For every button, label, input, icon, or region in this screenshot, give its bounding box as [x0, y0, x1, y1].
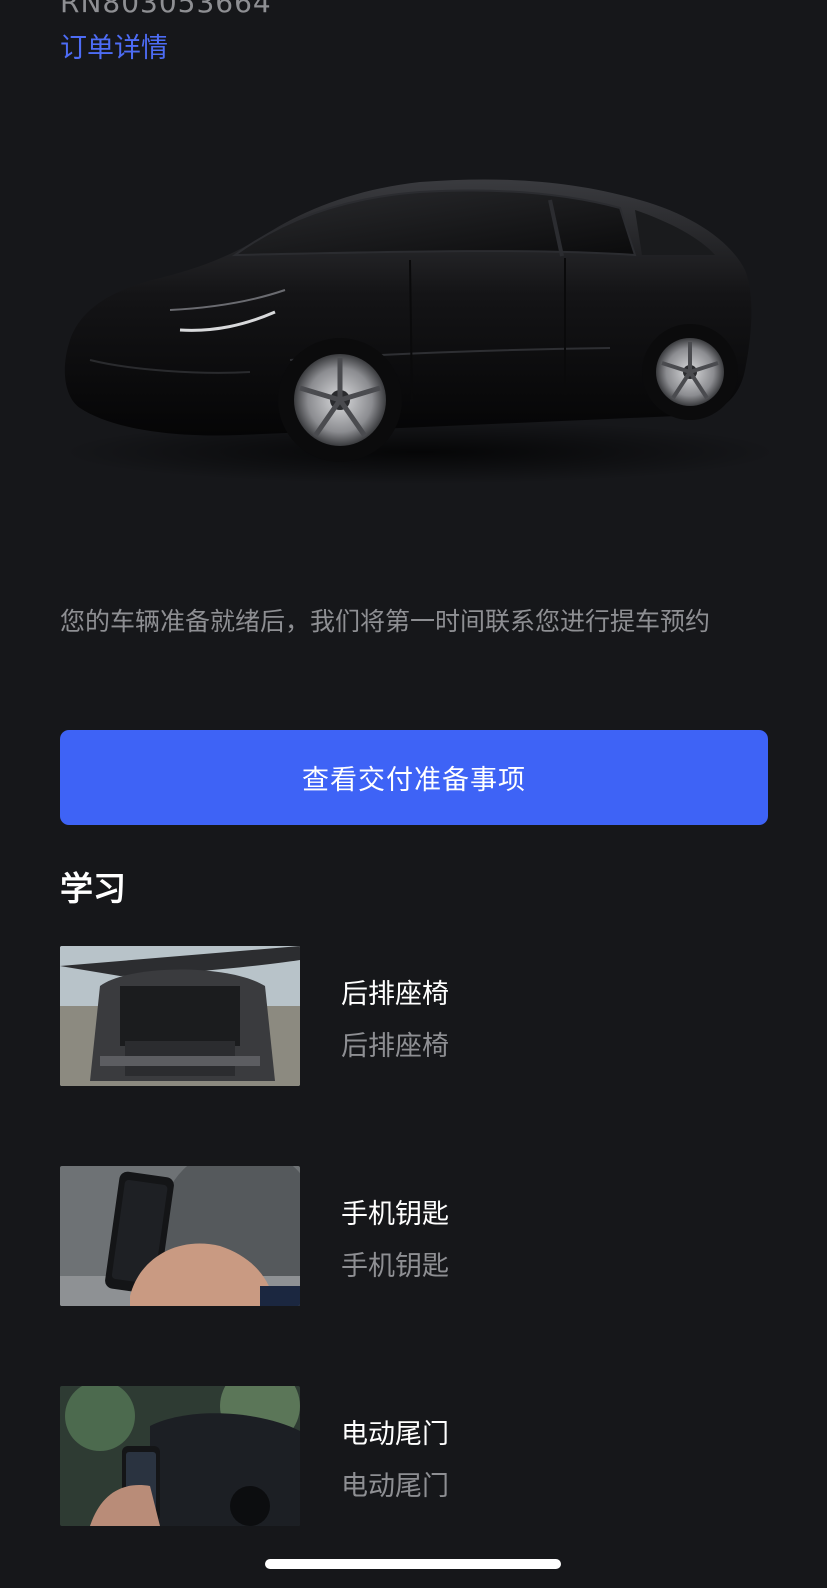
learn-item-phone-key[interactable]: 手机钥匙 手机钥匙 [60, 1166, 768, 1306]
home-indicator[interactable] [265, 1559, 561, 1569]
learn-item-subtitle: 电动尾门 [341, 1471, 449, 1502]
delivery-notice: 您的车辆准备就绪后，我们将第一时间联系您进行提车预约 [60, 607, 711, 636]
power-liftgate-thumbnail [60, 1386, 300, 1526]
phone-key-thumbnail [60, 1166, 300, 1306]
rear-seats-thumbnail [60, 946, 300, 1086]
order-number: RN803053664 [60, 0, 272, 19]
learn-item-title: 电动尾门 [341, 1419, 449, 1450]
order-details-link[interactable]: 订单详情 [60, 26, 168, 65]
learn-section-title: 学习 [60, 869, 126, 908]
learn-item-title: 手机钥匙 [341, 1199, 449, 1230]
car-image [50, 160, 780, 490]
learn-item-title: 后排座椅 [341, 979, 449, 1010]
view-delivery-preparation-button[interactable]: 查看交付准备事项 [60, 730, 768, 825]
learn-item-subtitle: 手机钥匙 [341, 1251, 449, 1282]
learn-item-subtitle: 后排座椅 [341, 1031, 449, 1062]
learn-item-rear-seats[interactable]: 后排座椅 后排座椅 [60, 946, 768, 1086]
learn-item-power-liftgate[interactable]: 电动尾门 电动尾门 [60, 1386, 768, 1526]
